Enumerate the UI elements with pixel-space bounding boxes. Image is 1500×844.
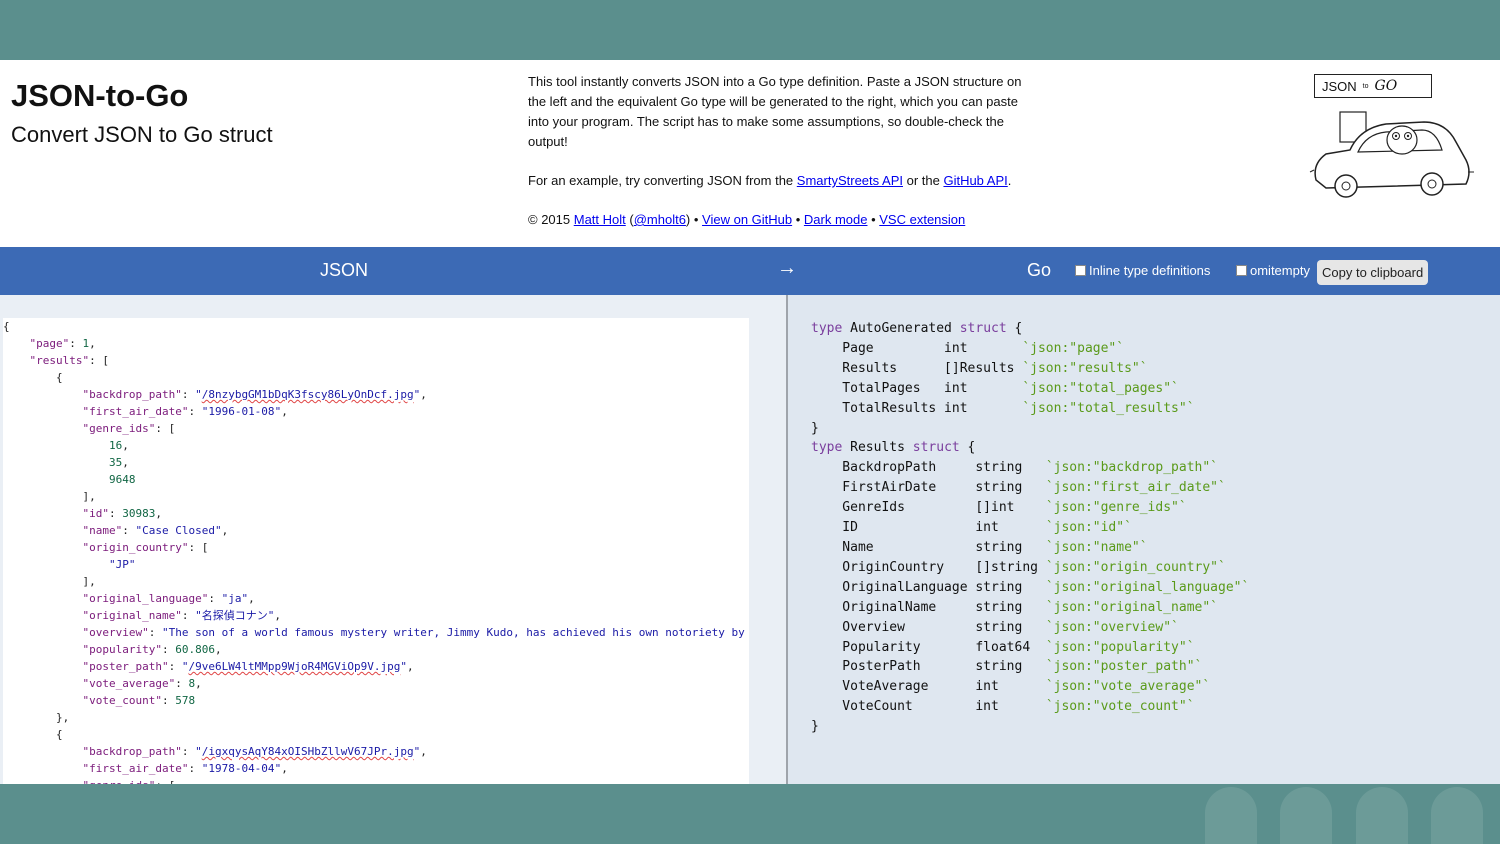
go-output-line: ID int `json:"id"`	[811, 520, 1132, 536]
json-input-line: ],	[3, 575, 96, 588]
json-input-line: "poster_path": "/9ve6LW4ltMMpp9WjoR4MGVi…	[82, 660, 414, 673]
go-output-line: OriginalName string `json:"original_name…	[811, 599, 1218, 615]
example-line: For an example, try converting JSON from…	[528, 171, 1038, 191]
go-output-line: }	[811, 420, 819, 436]
json-input-line: "genre_ids": [	[82, 422, 176, 435]
json-input-line: "first_air_date": "1978-04-04",	[82, 762, 288, 775]
inline-type-definitions-label: Inline type definitions	[1089, 263, 1211, 278]
converter-panes: { "page": 1, "results": [ { "backdrop_pa…	[0, 295, 1500, 784]
go-output-line: Results []Results `json:"results"`	[811, 360, 1148, 376]
json-input-line: "vote_average": 8,	[82, 677, 202, 690]
gopher-car-icon	[1309, 111, 1474, 198]
go-output-line: Page int `json:"page"`	[811, 340, 1125, 356]
json-input-line: "vote_count": 578	[82, 694, 196, 707]
omitempty-label: omitempty	[1250, 263, 1310, 278]
json-input-line: "id": 30983,	[82, 507, 162, 520]
json-input-line: {	[3, 728, 63, 741]
json-input-line: "original_language": "ja",	[82, 592, 255, 605]
arrow-right-icon: →	[777, 257, 797, 279]
omitempty-checkbox[interactable]: omitempty	[1236, 263, 1310, 278]
json-pane-label: JSON	[320, 260, 369, 280]
json-input-line: "original_name": "名探偵コナン",	[82, 609, 281, 622]
checkbox-unchecked-icon	[1236, 265, 1247, 276]
json-input-line: "popularity": 60.806,	[82, 643, 222, 656]
converter-toolbar: JSON → Go Inline type definitions omitem…	[0, 247, 1500, 295]
go-output-line: type AutoGenerated struct {	[811, 321, 1023, 336]
json-input-line: "page": 1,	[29, 337, 96, 350]
go-output-line: type Results struct {	[811, 440, 976, 456]
json-input-line: "overview": "The son of a world famous m…	[82, 626, 745, 639]
json-input-line: ],	[3, 490, 96, 503]
example-suffix: .	[1007, 173, 1012, 188]
go-output-line: Overview string `json:"overview"`	[811, 619, 1179, 635]
page-title: JSON-to-Go	[11, 78, 189, 113]
logo: JSON to GO	[1306, 72, 1476, 222]
go-output-line: Popularity float64 `json:"popularity"`	[811, 639, 1195, 655]
example-mid: or the	[902, 173, 944, 188]
decorative-arch	[1280, 787, 1332, 844]
json-input-line: "origin_country": [	[82, 541, 209, 554]
twitter-handle-link[interactable]: @mholt6	[634, 212, 686, 227]
go-output-line: TotalResults int `json:"total_results"`	[811, 400, 1195, 416]
json-input-line: "genre_ids": [	[3, 777, 749, 784]
page-subtitle: Convert JSON to Go struct	[11, 122, 273, 147]
go-output-line: BackdropPath string `json:"backdrop_path…	[811, 460, 1218, 476]
go-output-line: PosterPath string `json:"poster_path"`	[811, 659, 1203, 675]
inline-type-definitions-checkbox[interactable]: Inline type definitions	[1075, 263, 1210, 278]
go-output-code[interactable]: type AutoGenerated struct { Page int `js…	[811, 319, 1249, 737]
json-input-line: "first_air_date": "1996-01-08",	[82, 405, 288, 418]
json-to-go-page: JSON-to-Go Convert JSON to Go struct Thi…	[0, 60, 1500, 784]
json-input-line: "backdrop_path": "/8nzybgGM1bDqK3fscy86L…	[82, 388, 427, 401]
json-input-line: "results": [	[29, 354, 109, 367]
decorative-arch	[1356, 787, 1408, 844]
go-output-line: Name string `json:"name"`	[811, 539, 1148, 555]
go-output-pane: type AutoGenerated struct { Page int `js…	[788, 295, 1500, 784]
json-input-line: {	[3, 320, 10, 333]
copyright-text: © 2015	[528, 212, 574, 227]
smartystreets-api-link[interactable]: SmartyStreets API	[797, 173, 903, 188]
github-api-link[interactable]: GitHub API	[943, 173, 1007, 188]
json-input-line: 16,	[108, 439, 129, 452]
go-output-line: TotalPages int `json:"total_pages"`	[811, 380, 1179, 396]
json-input-line: "backdrop_path": "/igxqysAqY84xOISHbZllw…	[82, 745, 427, 758]
go-output-line: OriginCountry []string `json:"origin_cou…	[811, 559, 1226, 575]
go-output-line: }	[811, 719, 819, 735]
go-output-line: VoteAverage int `json:"vote_average"`	[811, 679, 1211, 695]
footer-links: © 2015 Matt Holt (@mholt6) • View on Git…	[528, 212, 966, 227]
go-output-line: GenreIds []int `json:"genre_ids"`	[811, 500, 1187, 516]
view-on-github-link[interactable]: View on GitHub	[702, 212, 792, 227]
author-link[interactable]: Matt Holt	[574, 212, 626, 227]
json-input-line: "JP"	[108, 558, 136, 571]
json-input-line: 35,	[108, 456, 129, 469]
json-input-pane: { "page": 1, "results": [ { "backdrop_pa…	[0, 295, 786, 784]
go-output-line: OriginalLanguage string `json:"original_…	[811, 579, 1250, 595]
go-pane-label: Go	[1027, 260, 1052, 280]
checkbox-unchecked-icon	[1075, 265, 1086, 276]
dark-mode-link[interactable]: Dark mode	[804, 212, 868, 227]
example-prefix: For an example, try converting JSON from…	[528, 173, 797, 188]
description-block: This tool instantly converts JSON into a…	[528, 72, 1038, 249]
decorative-arch	[1205, 787, 1257, 844]
page-header: JSON-to-Go Convert JSON to Go struct Thi…	[0, 60, 1500, 247]
json-input-line: {	[3, 371, 63, 384]
json-input-line: },	[3, 711, 70, 724]
decorative-arch	[1431, 787, 1483, 844]
go-output-line: FirstAirDate string `json:"first_air_dat…	[811, 480, 1226, 496]
json-input-line: 9648	[108, 473, 136, 486]
vsc-extension-link[interactable]: VSC extension	[879, 212, 965, 227]
json-input-line: "name": "Case Closed",	[82, 524, 229, 537]
json-input-editor[interactable]: { "page": 1, "results": [ { "backdrop_pa…	[3, 318, 749, 784]
go-output-line: VoteCount int `json:"vote_count"`	[811, 699, 1195, 715]
copy-to-clipboard-button[interactable]: Copy to clipboard	[1317, 260, 1429, 285]
description-text: This tool instantly converts JSON into a…	[528, 74, 1022, 149]
